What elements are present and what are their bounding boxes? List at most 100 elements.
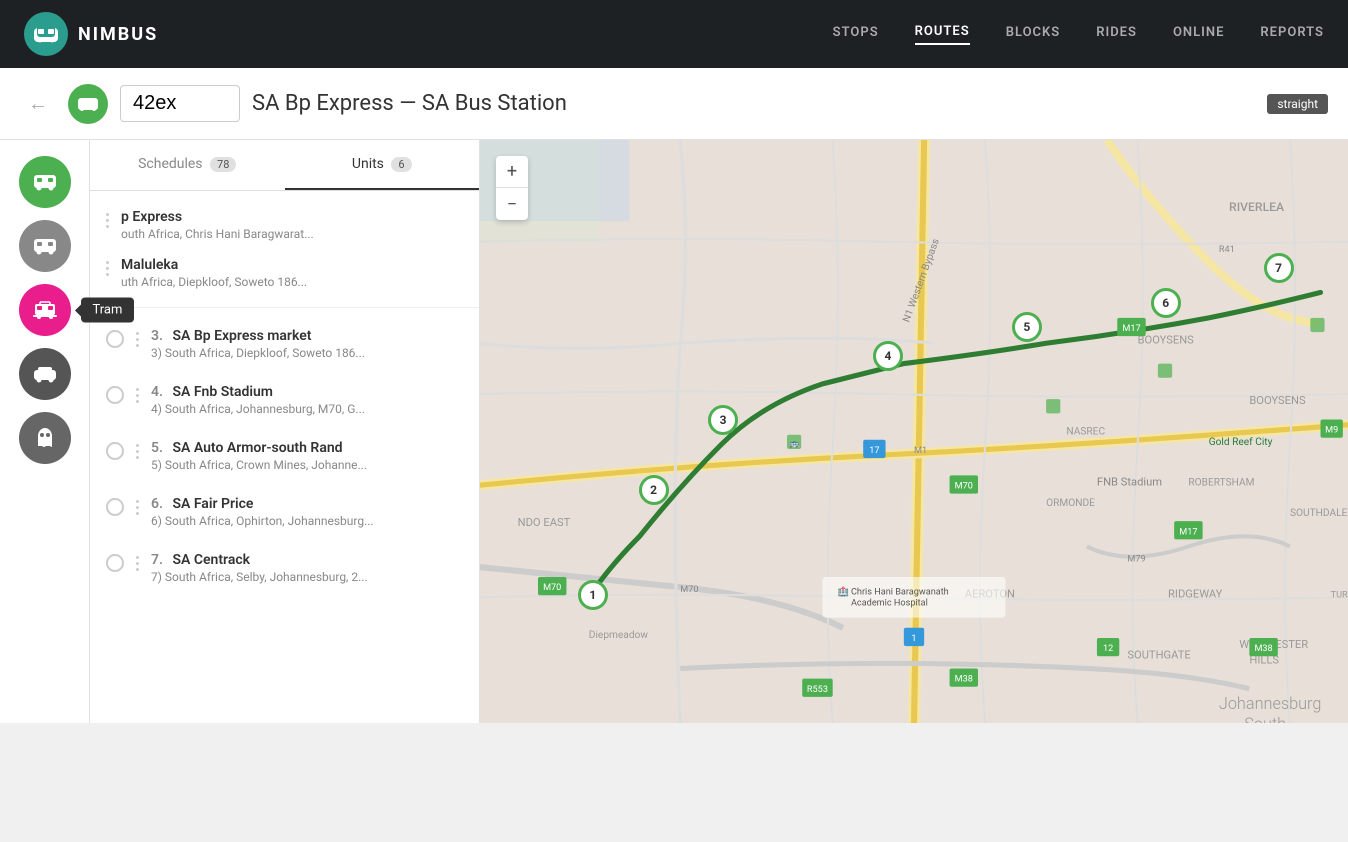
type-bus-green-button[interactable] [19,156,71,208]
nav-blocks[interactable]: BLOCKS [1006,25,1061,44]
stop-name: 6. SA Fair Price [151,496,463,512]
logo: NIMBUS [24,12,158,56]
map-zoom-controls: + − [496,156,528,220]
stop-info: 7. SA Centrack 7) South Africa, Selby, J… [151,552,463,584]
svg-text:M17: M17 [1122,324,1140,334]
stop-info: 3. SA Bp Express market 3) South Africa,… [151,328,463,360]
nav-online[interactable]: ONLINE [1173,25,1224,44]
svg-text:🏥: 🏥 [838,585,849,597]
tabs-row: Schedules 78 Units 6 [90,140,479,191]
svg-text:M1: M1 [914,446,927,456]
svg-text:Johannesburg: Johannesburg [1219,694,1322,713]
stops-panel: Schedules 78 Units 6 p Express outh Afri… [90,140,480,723]
svg-text:M9: M9 [1325,426,1338,436]
map-marker-7[interactable]: 7 [1264,253,1294,283]
type-tram-button[interactable]: Tram [19,284,71,336]
stop-address: 5) South Africa, Crown Mines, Johanne... [151,458,463,472]
map-marker-5[interactable]: 5 [1012,312,1042,342]
route-number-input[interactable] [120,85,240,122]
stops-list: 3. SA Bp Express market 3) South Africa,… [90,308,479,723]
floating-stops-section: p Express outh Africa, Chris Hani Baragw… [90,191,479,308]
drag-handle [136,496,139,515]
drag-handle [106,209,109,228]
stop-name: 5. SA Auto Armor-south Rand [151,440,463,456]
svg-text:M17: M17 [1179,527,1197,537]
main-content: Tram Schedules [0,140,1348,723]
back-button[interactable]: ← [20,83,56,124]
svg-text:FNB Stadium: FNB Stadium [1097,476,1162,489]
svg-text:BOOYSENS: BOOYSENS [1138,333,1195,346]
svg-text:R553: R553 [807,685,828,695]
list-item[interactable]: 5. SA Auto Armor-south Rand 5) South Afr… [90,428,479,484]
map-marker-2[interactable]: 2 [639,475,669,505]
list-item[interactable]: 7. SA Centrack 7) South Africa, Selby, J… [90,540,479,596]
svg-text:ORMONDE: ORMONDE [1046,498,1095,509]
svg-text:12: 12 [1103,644,1113,654]
svg-text:M38: M38 [955,675,973,685]
stop-radio[interactable] [106,498,124,516]
stop-radio[interactable] [106,554,124,572]
list-item[interactable]: 4. SA Fnb Stadium 4) South Africa, Johan… [90,372,479,428]
stop-name: 3. SA Bp Express market [151,328,463,344]
stop-radio[interactable] [106,442,124,460]
type-ghost-button[interactable] [19,412,71,464]
svg-text:M70: M70 [543,583,561,593]
logo-icon [24,12,68,56]
nav-reports[interactable]: REPORTS [1260,25,1324,44]
stop-radio[interactable] [106,330,124,348]
stop-info: 6. SA Fair Price 6) South Africa, Ophirt… [151,496,463,528]
list-item[interactable]: 3. SA Bp Express market 3) South Africa,… [90,316,479,372]
svg-text:M79: M79 [1127,555,1145,565]
type-taxi-button[interactable] [19,348,71,400]
list-item[interactable]: 6. SA Fair Price 6) South Africa, Ophirt… [90,484,479,540]
tab-units-label: Units [352,156,384,172]
stop-address: uth Africa, Diepkloof, Soweto 186... [121,275,463,289]
drag-handle [136,552,139,571]
map-marker-4[interactable]: 4 [873,341,903,371]
stop-info: p Express outh Africa, Chris Hani Baragw… [121,209,463,241]
svg-text:SOUTHGATE: SOUTHGATE [1127,648,1190,661]
map-marker-6[interactable]: 6 [1151,288,1181,318]
nav-stops[interactable]: STOPS [833,25,879,44]
route-icon-badge [68,84,108,124]
svg-text:BOOYSENS: BOOYSENS [1249,394,1306,407]
stop-address: 4) South Africa, Johannesburg, M70, G... [151,402,463,416]
svg-text:SOUTHDALE: SOUTHDALE [1290,508,1348,519]
tab-schedules-label: Schedules [138,156,202,172]
zoom-out-button[interactable]: − [496,188,528,220]
nav-routes[interactable]: ROUTES [915,24,970,45]
list-item[interactable]: p Express outh Africa, Chris Hani Baragw… [106,201,463,249]
svg-text:R41: R41 [1219,245,1235,255]
list-item[interactable]: Maluleka uth Africa, Diepkloof, Soweto 1… [106,249,463,297]
route-type-badge: straight [1267,94,1328,114]
map-marker-1[interactable]: 1 [578,580,608,610]
svg-text:TURFFONTE: TURFFONTE [1331,590,1348,600]
svg-text:RIDGEWAY: RIDGEWAY [1168,587,1223,600]
stop-name: 4. SA Fnb Stadium [151,384,463,400]
route-title: SA Bp Express — SA Bus Station [252,91,1255,116]
svg-text:M70: M70 [680,585,698,595]
svg-text:Gold Reef City: Gold Reef City [1209,436,1273,448]
tab-schedules[interactable]: Schedules 78 [90,140,285,190]
stop-info: Maluleka uth Africa, Diepkloof, Soweto 1… [121,257,463,289]
stop-name: p Express [121,209,463,225]
svg-text:NDO EAST: NDO EAST [518,516,571,529]
drag-handle [136,440,139,459]
drag-handle [136,384,139,403]
svg-text:ROBERTSHAM: ROBERTSHAM [1188,478,1254,489]
stop-radio[interactable] [106,386,124,404]
svg-text:South: South [1244,714,1286,723]
tab-units-badge: 6 [391,157,411,172]
nav-links: STOPS ROUTES BLOCKS RIDES ONLINE REPORTS [833,24,1324,45]
stop-number: 3. [151,328,163,344]
svg-text:M38: M38 [1254,644,1272,654]
zoom-in-button[interactable]: + [496,156,528,188]
drag-handle [106,257,109,276]
type-bus-gray-button[interactable] [19,220,71,272]
tram-tooltip: Tram [81,298,135,323]
svg-text:🚌: 🚌 [789,438,799,448]
tab-units[interactable]: Units 6 [285,140,480,190]
stop-address: 7) South Africa, Selby, Johannesburg, 2.… [151,570,463,584]
nav-rides[interactable]: RIDES [1096,25,1137,44]
map-marker-3[interactable]: 3 [708,405,738,435]
